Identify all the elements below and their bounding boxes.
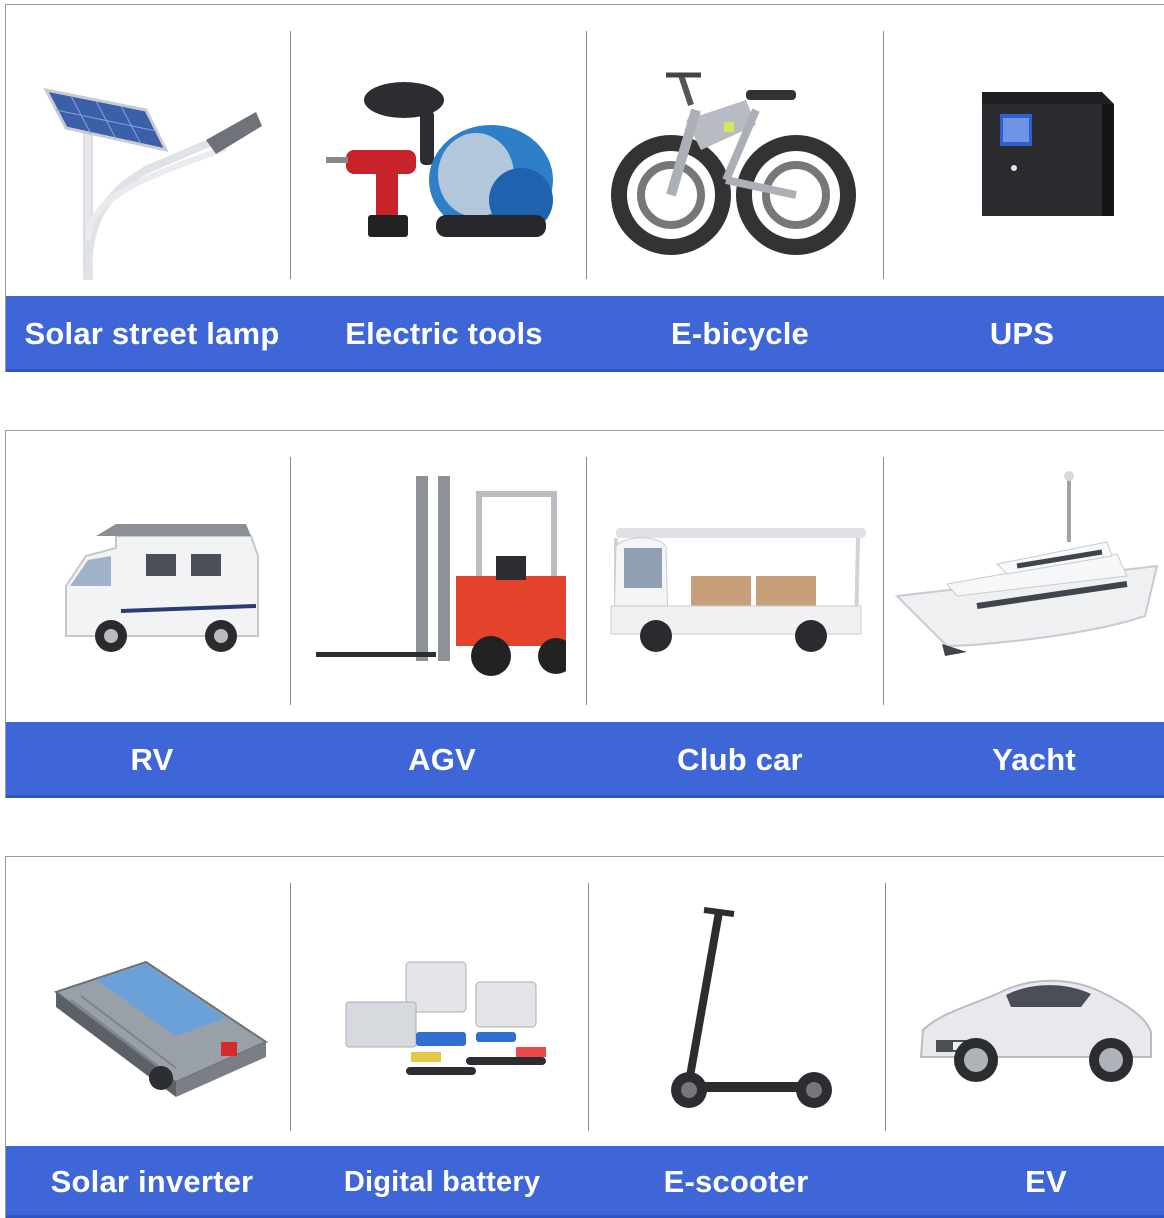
e-scooter-icon xyxy=(589,877,879,1137)
label-solar-inverter: Solar inverter xyxy=(50,1164,254,1199)
label-ups: UPS xyxy=(989,316,1055,351)
label-bar: RV AGV Club car Yacht xyxy=(6,722,1164,798)
e-bicycle-icon xyxy=(586,25,876,285)
ev-car-icon xyxy=(886,877,1164,1137)
label-bar: Solar street lamp Electric tools E-bicyc… xyxy=(6,296,1164,372)
rv-icon xyxy=(6,451,296,711)
electric-tools-icon xyxy=(296,25,586,285)
label-solar-street-lamp: Solar street lamp xyxy=(24,316,280,351)
digital-battery-icon xyxy=(296,877,586,1137)
label-club-car: Club car xyxy=(677,742,803,777)
label-agv: AGV xyxy=(408,742,476,777)
application-row-1: Solar street lamp Electric tools E-bicyc… xyxy=(5,4,1164,372)
label-e-bicycle: E-bicycle xyxy=(671,316,809,351)
label-e-scooter: E-scooter xyxy=(663,1164,809,1199)
label-bar: Solar inverter Digital battery E-scooter… xyxy=(6,1146,1164,1218)
forklift-icon xyxy=(296,451,586,711)
yacht-icon xyxy=(882,451,1164,711)
solar-street-lamp-icon xyxy=(6,25,296,285)
label-rv: RV xyxy=(130,742,174,777)
application-row-2: RV AGV Club car Yacht xyxy=(5,430,1164,798)
label-electric-tools: Electric tools xyxy=(345,316,543,351)
label-digital-battery: Digital battery xyxy=(343,1165,541,1198)
application-row-3: Solar inverter Digital battery E-scooter… xyxy=(5,856,1164,1218)
solar-inverter-icon xyxy=(6,877,296,1137)
label-ev: EV xyxy=(1025,1164,1067,1199)
label-yacht: Yacht xyxy=(992,742,1076,777)
club-car-icon xyxy=(586,451,876,711)
ups-icon xyxy=(882,25,1164,285)
